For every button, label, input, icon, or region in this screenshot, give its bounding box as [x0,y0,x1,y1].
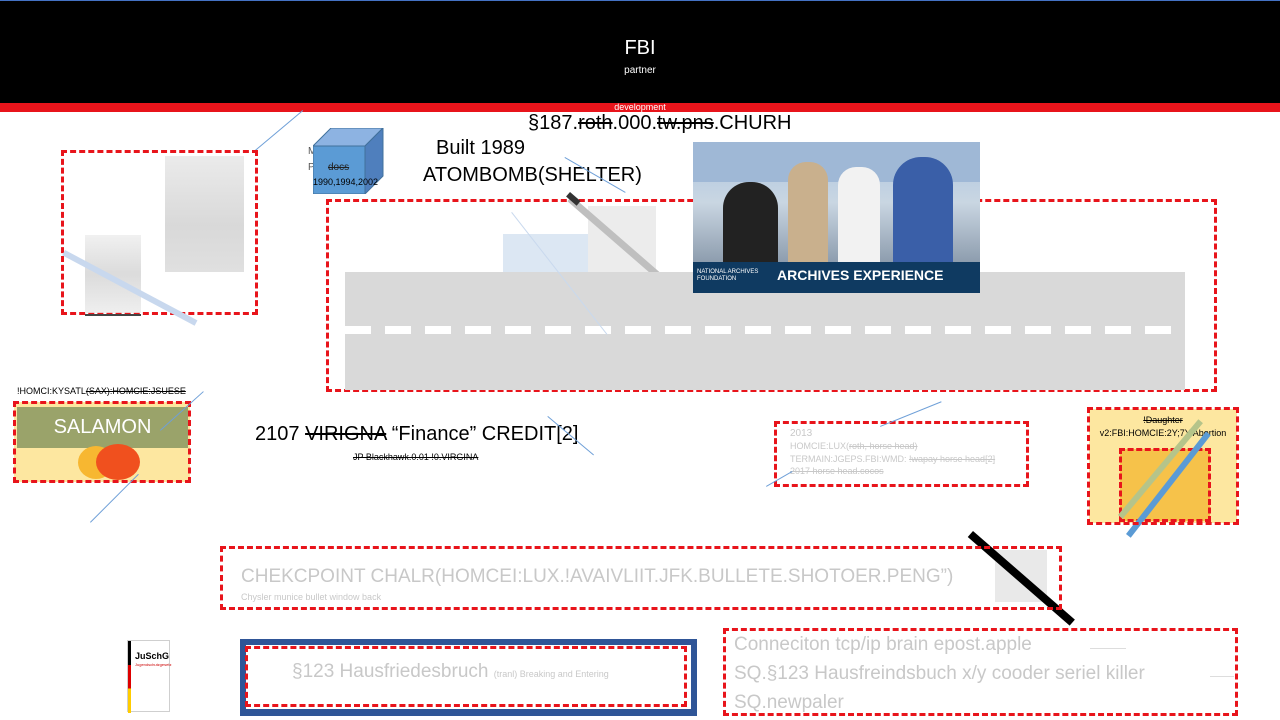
notes-line-2: HOMCIE:LUX(roth, horse head) [790,441,918,451]
photo-mascot-left [723,182,778,272]
road-center-line [345,326,1185,334]
hausfried-label: §123 Hausfriedesbruch (tranl) Breaking a… [292,661,609,683]
section-prefix: §187. [528,112,579,134]
section-mid: .000. [612,112,658,134]
notes-line-4: 2017 horse head.cocos [790,466,884,476]
notes-line-2a: HOMCIE:LUX( [790,441,850,451]
connection-dash-2 [1210,676,1234,677]
virigna-credit-label: 2107 VIRIGNA “Finance” CREDIT[2] [255,423,578,446]
section-strike-2: tw.pns [657,112,714,134]
section-heading: §187.roth.000.tw.pns.CHURH [528,112,792,135]
book-title: JuSchG [135,651,170,661]
connection-dash-1 [1090,648,1126,649]
book-flag-stripe [128,641,131,713]
built-label: Built 1989 [436,137,525,159]
homci-label-a: !HOMCI:KYSATL [17,386,86,396]
hausfried-main: §123 Hausfriedesbruch [292,661,489,682]
section-suffix: .CHURH [713,112,792,134]
connection-line-1: Conneciton tcp/ip brain epost.apple [734,634,1032,655]
jp-blackhawk-label: JP Blackhawk.0.01 !0.VIRGINA [353,452,479,462]
checkpoint-label: CHEKCPOINT CHALR(HOMCEI:LUX.!AVAIVLIIT.J… [241,566,954,587]
homci-label-b: (SAX):HOMCIE:JSUESE [85,386,186,396]
photo-person-right [838,167,880,272]
archives-photo: NATIONAL ARCHIVES FOUNDATION ARCHIVES EX… [693,142,980,293]
connection-line-2: SQ.§123 Hausfreindsbuch x/y cooder serie… [734,663,1145,684]
portrait-image [85,235,141,313]
salamon-box [13,401,191,483]
virigna-a: 2107 [255,423,306,445]
notes-line-2b: roth, horse head) [849,441,918,451]
notes-line-3a: TERMAIN:JGEPS.FBI:WMD: [790,454,910,464]
hausfried-small: (tranl) Breaking and Entering [493,669,609,679]
book-subtitle: Jugendschutzgesetz [135,662,172,667]
notes-line-3: TERMAIN:JGEPS.FBI:WMD: !wapay horse head… [790,454,995,464]
cube-label: docs [328,162,350,173]
virigna-b: VIRIGNA [305,423,387,445]
checkpoint-sub-label: Chysler munice bullet window back [241,592,382,602]
daughter-box [1087,407,1239,525]
notes-line-3b: !wapay horse head[2] [909,454,996,464]
homci-label: !HOMCI:KYSATL(SAX):HOMCIE:JSUESE [17,386,186,396]
photo-person-left [788,162,828,272]
archives-experience-label: ARCHIVES EXPERIENCE [777,267,944,283]
header-subtitle: partner [624,65,656,76]
cube-years: 1990,1994,2002 [313,177,379,187]
notes-line-1: 2013 [790,428,813,439]
juschg-book: JuSchG Jugendschutzgesetz [127,640,172,713]
movie-poster-image [165,156,244,272]
portrait-underline [85,314,141,316]
section-strike-1: roth [578,112,613,134]
archives-foundation-label: NATIONAL ARCHIVES FOUNDATION [697,269,759,282]
connector-line [255,110,304,151]
connection-line-3: SQ.newpaler [734,692,844,713]
photo-mascot-right [893,157,953,272]
header-title: FBI [624,37,656,59]
virigna-c: “Finance” CREDIT[2] [386,423,579,445]
